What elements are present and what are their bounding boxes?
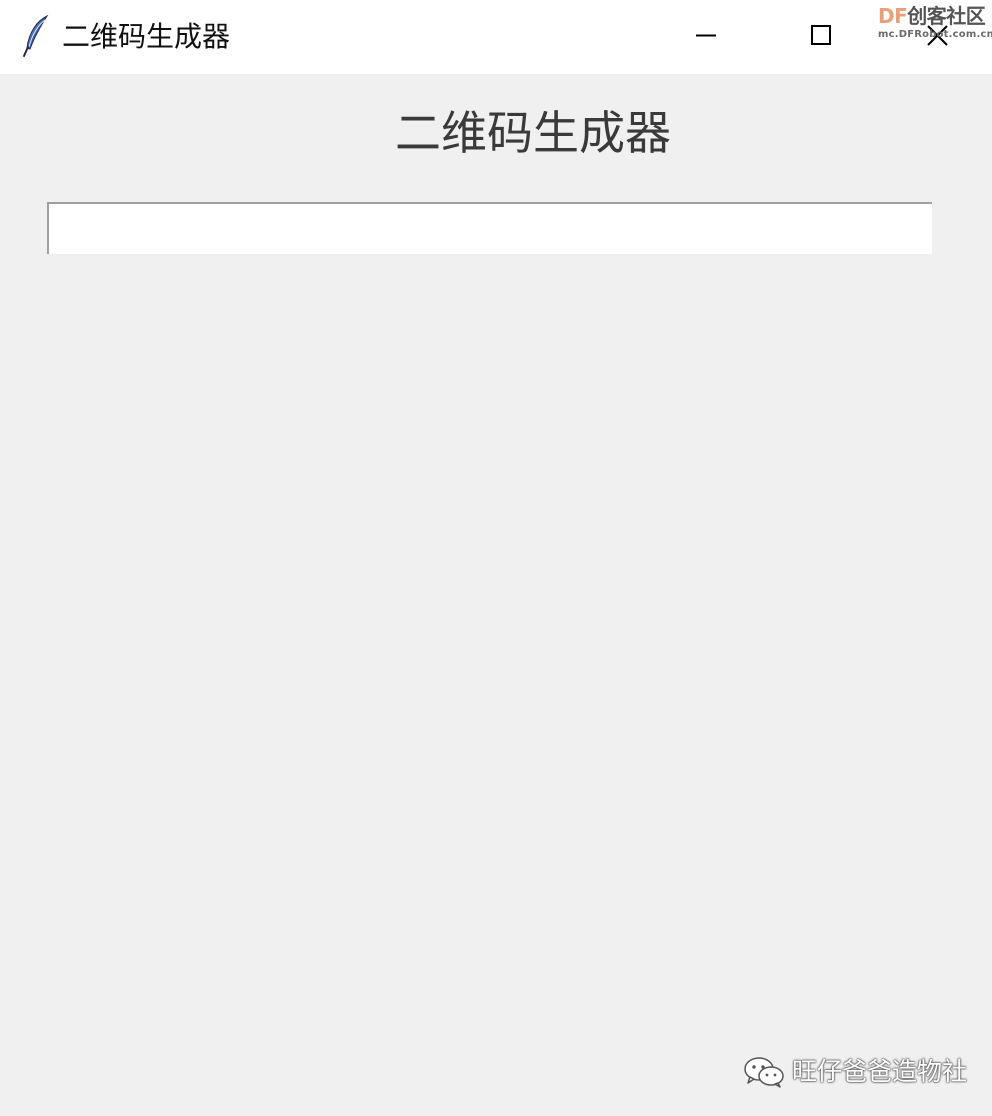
watermark-brand-accent: DF [878, 4, 908, 28]
page-heading: 二维码生成器 [395, 106, 671, 160]
window-title: 二维码生成器 [62, 20, 231, 53]
maximize-button[interactable] [781, 0, 861, 72]
watermark-brand: DF创客社区 [878, 4, 990, 28]
dfrobot-watermark: DF创客社区 mc.DFRobot.com.cn [878, 4, 992, 46]
wechat-icon [742, 1056, 788, 1088]
watermark-url: mc.DFRobot.com.cn [878, 29, 992, 40]
window-titlebar[interactable]: 二维码生成器 [0, 0, 992, 74]
maximize-icon [811, 25, 831, 45]
wechat-account-name: 旺仔爸爸造物社 [792, 1057, 968, 1086]
minimize-icon [696, 34, 716, 37]
content-entry-field[interactable] [47, 202, 932, 254]
minimize-button[interactable] [666, 0, 746, 72]
wechat-account-watermark: 旺仔爸爸造物社 [742, 1052, 972, 1092]
watermark-brand-text: 创客社区 [907, 4, 986, 28]
feather-icon [20, 14, 52, 58]
